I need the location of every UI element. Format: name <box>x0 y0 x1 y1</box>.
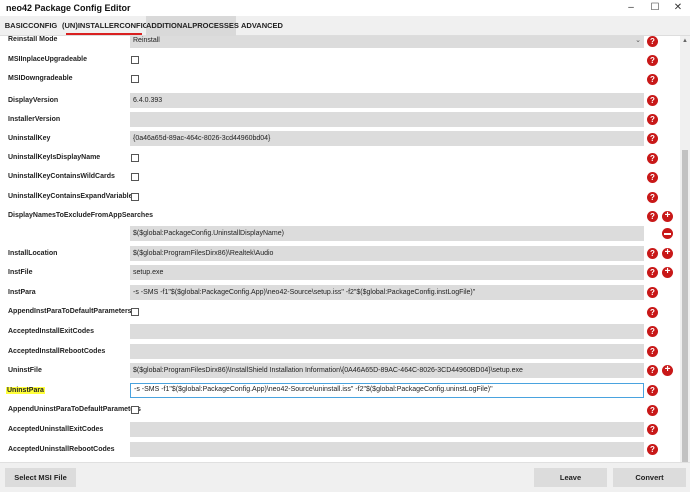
help-icon[interactable]: ? <box>647 95 658 106</box>
tab-basicconfig[interactable]: BASICCONFIG <box>0 16 62 36</box>
scroll-up-icon[interactable]: ▲ <box>680 36 690 46</box>
field-label: UninstPara <box>6 387 45 394</box>
help-icon[interactable]: ? <box>647 55 658 66</box>
help-icon[interactable]: ? <box>647 248 658 259</box>
field-label: UninstFile <box>8 367 42 374</box>
tab-bar: BASICCONFIG (UN)INSTALLERCONFIG ADDITION… <box>0 16 690 36</box>
msi-downgradeable-checkbox[interactable] <box>131 75 139 83</box>
help-icon[interactable]: ? <box>647 287 658 298</box>
field-label: AcceptedUninstallExitCodes <box>8 426 104 433</box>
installer-version-input[interactable] <box>130 112 644 127</box>
field-label: Reinstall Mode <box>8 36 58 43</box>
uninstall-key-input[interactable]: {0a46a65d-89ac-464c-8026-3cd44960bd04} <box>130 131 644 146</box>
field-label: UninstallKey <box>8 135 51 142</box>
tab-additionalprocesses[interactable]: ADDITIONALPROCESSES <box>146 16 239 36</box>
uninst-file-input[interactable]: $($global:ProgramFilesDirx86)\InstallShi… <box>130 363 644 378</box>
chevron-down-icon: ⌄ <box>635 37 641 44</box>
field-label: UninstallKeyIsDisplayName <box>8 154 101 161</box>
field-label: DisplayVersion <box>8 97 59 104</box>
help-icon[interactable]: ? <box>647 172 658 183</box>
window-title: neo42 Package Config Editor <box>6 3 131 13</box>
field-label: MSIDowngradeable <box>8 75 73 82</box>
help-icon[interactable]: ? <box>647 74 658 85</box>
append-inst-para-checkbox[interactable] <box>131 308 139 316</box>
uninst-para-input[interactable]: -s -SMS -f1"$($global:PackageConfig.App)… <box>130 383 644 398</box>
help-icon[interactable]: ? <box>647 424 658 435</box>
field-label: AcceptedUninstallRebootCodes <box>8 446 115 453</box>
help-icon[interactable]: ? <box>647 346 658 357</box>
scroll-thumb[interactable] <box>682 150 688 462</box>
add-icon[interactable]: + <box>662 365 673 376</box>
msi-inplace-upgradeable-checkbox[interactable] <box>131 56 139 64</box>
help-icon[interactable]: ? <box>647 385 658 396</box>
accepted-install-exit-codes-input[interactable] <box>130 324 644 339</box>
help-icon[interactable]: ? <box>647 307 658 318</box>
field-label: AcceptedInstallRebootCodes <box>8 348 106 355</box>
remove-icon[interactable] <box>662 228 673 239</box>
add-icon[interactable]: + <box>662 267 673 278</box>
help-icon[interactable]: ? <box>647 326 658 337</box>
help-icon[interactable]: ? <box>647 36 658 47</box>
close-icon[interactable]: ✕ <box>667 1 689 15</box>
convert-button[interactable]: Convert <box>613 468 686 487</box>
field-label: InstFile <box>8 269 33 276</box>
help-icon[interactable]: ? <box>647 153 658 164</box>
help-icon[interactable]: ? <box>647 211 658 222</box>
select-value: Reinstall <box>133 37 160 44</box>
help-icon[interactable]: ? <box>647 365 658 376</box>
field-label: UninstallKeyContainsWildCards <box>8 173 115 180</box>
tab-uninstallerconfig[interactable]: (UN)INSTALLERCONFIG <box>62 16 149 36</box>
add-icon[interactable]: + <box>662 248 673 259</box>
accepted-uninstall-exit-codes-input[interactable] <box>130 422 644 437</box>
config-form: Reinstall Mode Reinstall ⌄ ? MSIInplaceUp… <box>0 36 680 462</box>
field-label: UninstallKeyContainsExpandVariables <box>8 193 137 200</box>
uninstall-key-contains-expand-variables-checkbox[interactable] <box>131 193 139 201</box>
uninstall-key-is-display-name-checkbox[interactable] <box>131 154 139 162</box>
field-label: AppendUninstParaToDefaultParameters <box>8 406 141 413</box>
help-icon[interactable]: ? <box>647 133 658 144</box>
field-label: AppendInstParaToDefaultParameters <box>8 308 132 315</box>
footer-bar: Select MSI File Leave Convert <box>0 462 690 492</box>
accepted-uninstall-reboot-codes-input[interactable] <box>130 442 644 457</box>
help-icon[interactable]: ? <box>647 444 658 455</box>
help-icon[interactable]: ? <box>647 405 658 416</box>
reinstall-mode-select[interactable]: Reinstall ⌄ <box>130 36 644 48</box>
field-label: DisplayNamesToExcludeFromAppSearches <box>8 212 153 219</box>
add-icon[interactable]: + <box>662 211 673 222</box>
title-bar: neo42 Package Config Editor – ☐ ✕ <box>0 0 690 16</box>
tab-advanced[interactable]: ADVANCED <box>236 16 288 36</box>
uninstall-key-contains-wildcards-checkbox[interactable] <box>131 173 139 181</box>
append-uninst-para-checkbox[interactable] <box>131 406 139 414</box>
minimize-icon[interactable]: – <box>620 1 642 15</box>
field-label: MSIInplaceUpgradeable <box>8 56 87 63</box>
field-label: InstPara <box>8 289 36 296</box>
display-version-input[interactable]: 6.4.0.393 <box>130 93 644 108</box>
select-msi-file-button[interactable]: Select MSI File <box>5 468 76 487</box>
inst-para-input[interactable]: -s -SMS -f1"$($global:PackageConfig.App)… <box>130 285 644 300</box>
field-label: AcceptedInstallExitCodes <box>8 328 94 335</box>
inst-file-input[interactable]: setup.exe <box>130 265 644 280</box>
help-icon[interactable]: ? <box>647 192 658 203</box>
install-location-input[interactable]: $($global:ProgramFilesDirx86)\Realtek\Au… <box>130 246 644 261</box>
help-icon[interactable]: ? <box>647 267 658 278</box>
help-icon[interactable]: ? <box>647 114 658 125</box>
field-label: InstallerVersion <box>8 116 61 123</box>
maximize-icon[interactable]: ☐ <box>644 1 666 15</box>
display-names-to-exclude-input[interactable]: $($global:PackageConfig.UninstallDisplay… <box>130 226 644 241</box>
accepted-install-reboot-codes-input[interactable] <box>130 344 644 359</box>
leave-button[interactable]: Leave <box>534 468 607 487</box>
field-label: InstallLocation <box>8 250 58 257</box>
